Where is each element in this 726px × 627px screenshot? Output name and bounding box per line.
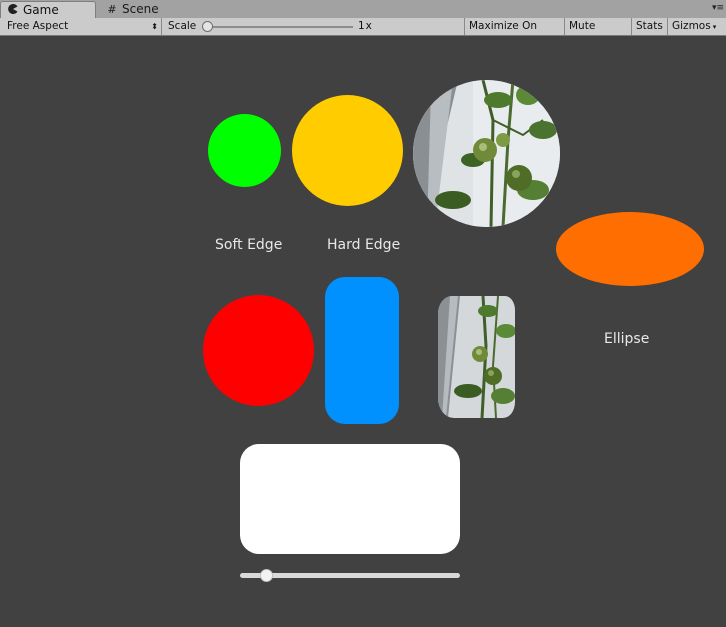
scale-value: 1x: [358, 20, 373, 32]
orange-ellipse: [556, 212, 704, 286]
scale-slider-track[interactable]: [205, 26, 353, 28]
soft-edge-label: Soft Edge: [215, 237, 283, 253]
tomato-plant-image: [438, 296, 515, 418]
white-rounded-panel: [240, 444, 460, 554]
aspect-dropdown[interactable]: Free Aspect ⬍: [0, 18, 162, 35]
tab-game-label: Game: [23, 2, 59, 17]
tab-game[interactable]: Game: [0, 1, 96, 18]
panel-menu-icon[interactable]: ▾≡: [712, 1, 724, 15]
scale-slider-thumb[interactable]: [202, 21, 213, 32]
gizmos-button[interactable]: Gizmos ▾: [667, 18, 726, 35]
gizmos-label: Gizmos: [672, 20, 711, 32]
hard-edge-label: Hard Edge: [327, 237, 401, 253]
updown-arrow-icon: ⬍: [151, 22, 158, 31]
tomato-plant-image: [413, 80, 560, 227]
tab-scene[interactable]: # Scene: [100, 1, 170, 18]
editor-tab-bar: Game # Scene ▾≡: [0, 0, 726, 19]
tab-scene-label: Scene: [122, 2, 159, 16]
blue-rounded-rect: [325, 277, 399, 424]
scale-label: Scale: [168, 20, 197, 32]
aspect-value: Free Aspect: [7, 20, 69, 32]
grid-icon: #: [107, 3, 117, 16]
maximize-on-play-button[interactable]: Maximize On Play: [464, 18, 564, 49]
red-circle: [203, 295, 314, 406]
soft-edge-circle: [208, 114, 281, 187]
tomato-photo-rect: [438, 296, 515, 418]
radius-slider-track[interactable]: [240, 573, 460, 578]
hard-edge-circle: [292, 95, 403, 206]
ellipse-label: Ellipse: [604, 331, 650, 347]
radius-slider-thumb[interactable]: [259, 569, 273, 582]
tomato-photo-circle: [413, 80, 560, 227]
game-toolbar: Free Aspect ⬍ Scale 1x Maximize On Play …: [0, 18, 726, 49]
dropdown-arrow-icon: ▾: [712, 23, 717, 31]
stats-button[interactable]: Stats: [631, 18, 667, 35]
mute-audio-button[interactable]: Mute Audio: [564, 18, 631, 49]
pacman-icon: [7, 2, 19, 19]
